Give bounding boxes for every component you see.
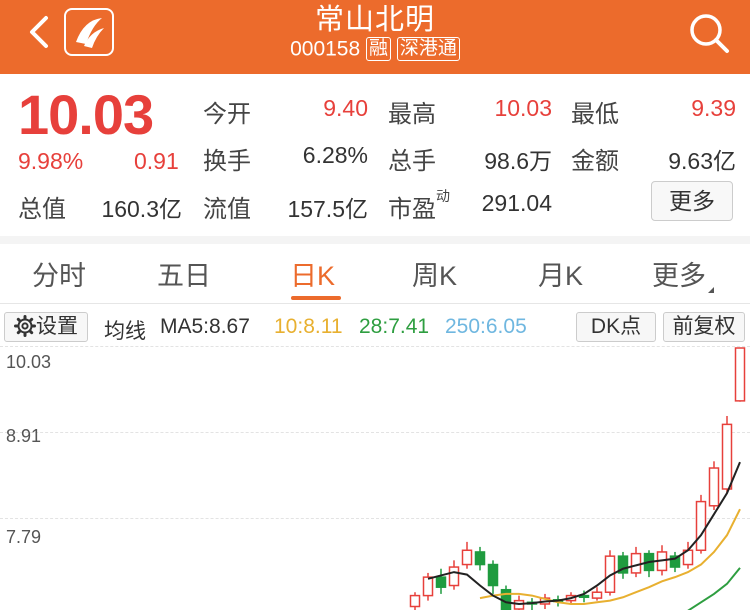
tab-daily-k[interactable]: 日K: [290, 254, 335, 293]
high-label: 最高: [388, 101, 436, 128]
stock-name: 常山北明: [314, 4, 435, 36]
market-cap-label: 总值: [18, 196, 66, 223]
ma5-line: [427, 461, 741, 605]
kline-plot: [409, 347, 746, 610]
tab-intraday[interactable]: 分时: [32, 254, 86, 293]
open-label: 今开: [203, 101, 251, 128]
low-label: 最低: [571, 101, 619, 128]
turnover-value: 6.28%: [302, 142, 368, 168]
amount-label: 金额: [571, 148, 619, 175]
connect-tag: 深港通: [396, 37, 460, 62]
change-value: 0.91: [134, 148, 179, 174]
volume-value: 98.6万: [484, 148, 552, 174]
candle-body: [461, 549, 473, 566]
dropdown-corner-icon: [708, 287, 714, 293]
ma5-value: MA5:8.67: [160, 315, 250, 338]
last-price: 10.03: [18, 83, 154, 146]
ma10-value: 10:8.11: [274, 315, 343, 338]
candle-body: [591, 591, 603, 599]
candle-body: [630, 552, 642, 574]
candle-body: [734, 347, 746, 402]
stock-code-line: 000158 融 深港通: [0, 37, 750, 62]
candle-body: [422, 576, 434, 597]
open-value: 9.40: [323, 95, 368, 121]
section-divider: [0, 236, 750, 244]
gear-icon: [14, 315, 36, 337]
ma28-value: 28:7.41: [359, 315, 430, 338]
pe-label: 市盈动: [388, 188, 450, 223]
chart-tabs: 分时 五日 日K 周K 月K 更多: [0, 244, 750, 304]
candle-body: [487, 563, 499, 587]
turnover-label: 换手: [203, 148, 251, 175]
candle-body: [708, 467, 720, 507]
indicator-bar: 设置 均线 MA5:8.67 10:8.11 28:7.41 250:6.05 …: [0, 308, 750, 344]
price-adjust-button[interactable]: 前复权: [663, 312, 745, 342]
kline-chart[interactable]: 10.03 8.91 7.79: [0, 346, 750, 610]
search-icon[interactable]: [686, 10, 732, 56]
float-cap-label: 流值: [203, 196, 251, 223]
ma28-line: [687, 567, 741, 610]
low-value: 9.39: [691, 95, 736, 121]
ma-label: 均线: [104, 320, 146, 343]
high-value: 10.03: [494, 95, 552, 121]
ma250-value: 250:6.05: [445, 315, 527, 338]
pe-superscript: 动: [436, 188, 450, 204]
pe-value: 291.04: [481, 190, 552, 216]
stock-code: 000158: [290, 37, 361, 61]
tab-five-day[interactable]: 五日: [157, 254, 211, 293]
tab-weekly-k[interactable]: 周K: [412, 254, 457, 293]
candle-body: [435, 576, 447, 588]
market-cap-value: 160.3亿: [101, 196, 182, 222]
margin-tag: 融: [366, 37, 392, 62]
active-tab-indicator: [291, 296, 341, 300]
change-percent: 9.98%: [18, 148, 84, 174]
candle-body: [695, 500, 707, 552]
amount-value: 9.63亿: [668, 148, 736, 174]
tab-monthly-k[interactable]: 月K: [538, 254, 583, 293]
dk-point-button[interactable]: DK点: [576, 312, 656, 342]
top-bar: 常山北明 000158 融 深港通: [0, 0, 750, 74]
more-quote-button[interactable]: 更多: [651, 181, 733, 221]
float-cap-value: 157.5亿: [287, 196, 368, 222]
candle-body: [448, 566, 460, 587]
volume-label: 总手: [388, 148, 436, 175]
candle-body: [721, 423, 733, 490]
tab-more[interactable]: 更多: [652, 254, 714, 293]
candle-body: [409, 594, 421, 608]
candle-body: [474, 551, 486, 566]
settings-button[interactable]: 设置: [4, 312, 88, 342]
